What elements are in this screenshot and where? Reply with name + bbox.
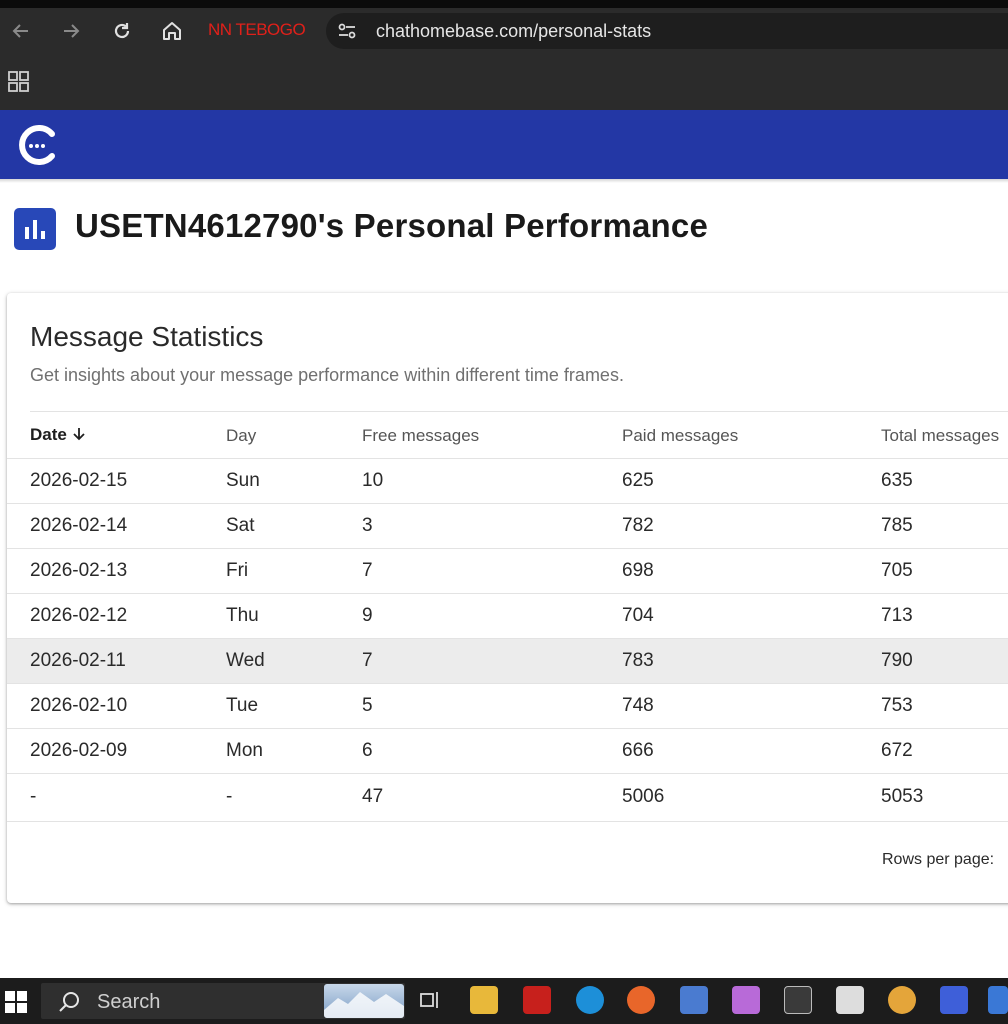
- card-title: Message Statistics: [30, 321, 264, 352]
- cell-date: 2026-02-14: [7, 503, 226, 549]
- apps-grid-icon[interactable]: [8, 71, 30, 93]
- url-text[interactable]: chathomebase.com/personal-stats: [376, 21, 651, 42]
- cell-free: 6: [362, 728, 622, 774]
- cell-free: 10: [362, 458, 622, 504]
- cell-total: 753: [881, 683, 1008, 729]
- windows-taskbar: Search: [0, 978, 1008, 1024]
- cell-total-date: -: [7, 773, 226, 822]
- taskbar-search-label: Search: [97, 991, 161, 1013]
- table-header-row: Date Day Free messages Paid messages Tot…: [7, 411, 1008, 459]
- cell-day: Mon: [226, 728, 362, 774]
- cell-total-total: 5053: [881, 773, 1008, 822]
- cell-paid: 625: [622, 458, 881, 504]
- cell-date: 2026-02-13: [7, 548, 226, 594]
- column-header-free[interactable]: Free messages: [362, 411, 622, 459]
- cell-free: 7: [362, 638, 622, 684]
- cell-day: Sat: [226, 503, 362, 549]
- browser-toolbar: NN TEBOGO chathomebase.com/personal-stat…: [0, 8, 1008, 54]
- bookmarks-bar: [0, 54, 1008, 110]
- cell-free: 7: [362, 548, 622, 594]
- cell-date: 2026-02-09: [7, 728, 226, 774]
- profile-label[interactable]: NN TEBOGO: [208, 20, 306, 40]
- cell-total-day: -: [226, 773, 362, 822]
- app-header: [0, 110, 1008, 179]
- table-row: 2026-02-09 Mon 6 666 672: [7, 728, 1008, 774]
- cell-free: 5: [362, 683, 622, 729]
- document-app-icon[interactable]: [680, 986, 708, 1014]
- cell-total: 672: [881, 728, 1008, 774]
- table-row: 2026-02-13 Fri 7 698 705: [7, 548, 1008, 594]
- firefox-icon[interactable]: [627, 986, 655, 1014]
- cell-day: Fri: [226, 548, 362, 594]
- address-bar[interactable]: chathomebase.com/personal-stats: [326, 13, 1008, 49]
- cell-day: Sun: [226, 458, 362, 504]
- notion-app-icon[interactable]: [836, 986, 864, 1014]
- page-title: USETN4612790's Personal Performance: [75, 207, 709, 244]
- cell-total: 635: [881, 458, 1008, 504]
- table-row: 2026-02-10 Tue 5 748 753: [7, 683, 1008, 729]
- window-top-strip: [0, 0, 1008, 8]
- column-header-paid[interactable]: Paid messages: [622, 411, 881, 459]
- table-row: 2026-02-14 Sat 3 782 785: [7, 503, 1008, 549]
- column-header-date[interactable]: Date: [7, 411, 226, 459]
- taskbar-search-box[interactable]: Search: [41, 983, 405, 1019]
- cell-total-free: 47: [362, 773, 622, 822]
- home-icon[interactable]: [159, 18, 185, 44]
- cell-free: 9: [362, 593, 622, 639]
- windows-start-icon[interactable]: [4, 990, 28, 1014]
- cell-day: Wed: [226, 638, 362, 684]
- file-explorer-icon[interactable]: [470, 986, 498, 1014]
- header-shadow: [0, 179, 1008, 183]
- site-info-icon[interactable]: [336, 20, 358, 42]
- card-subtitle: Get insights about your message performa…: [30, 365, 624, 385]
- reload-icon[interactable]: [109, 18, 135, 44]
- task-view-icon[interactable]: [416, 986, 444, 1014]
- cell-paid: 782: [622, 503, 881, 549]
- table-row-hovered[interactable]: 2026-02-11 Wed 7 783 790: [7, 638, 1008, 684]
- cell-free: 3: [362, 503, 622, 549]
- stats-table: Date Day Free messages Paid messages Tot…: [7, 411, 1008, 822]
- search-icon: [57, 990, 81, 1014]
- chrome-icon[interactable]: [888, 986, 916, 1014]
- messaging-app-icon[interactable]: [940, 986, 968, 1014]
- rows-per-page-label: Rows per page:: [882, 851, 995, 868]
- cell-paid: 666: [622, 728, 881, 774]
- table-row: 2026-02-15 Sun 10 625 635: [7, 458, 1008, 504]
- cell-paid: 748: [622, 683, 881, 729]
- column-header-total[interactable]: Total messages: [881, 411, 1008, 459]
- copilot-icon[interactable]: [732, 986, 760, 1014]
- cell-day: Thu: [226, 593, 362, 639]
- cell-date: 2026-02-12: [7, 593, 226, 639]
- cell-total-paid: 5006: [622, 773, 881, 822]
- cell-paid: 783: [622, 638, 881, 684]
- cell-date: 2026-02-11: [7, 638, 226, 684]
- package-app-icon[interactable]: [784, 986, 812, 1014]
- forward-arrow-icon[interactable]: [58, 18, 84, 44]
- cell-date: 2026-02-15: [7, 458, 226, 504]
- pinned-app-icon[interactable]: [988, 986, 1008, 1014]
- column-header-day[interactable]: Day: [226, 411, 362, 459]
- back-arrow-icon[interactable]: [8, 18, 34, 44]
- app-logo-icon[interactable]: [14, 122, 60, 168]
- edge-browser-icon[interactable]: [576, 986, 604, 1014]
- cell-date: 2026-02-10: [7, 683, 226, 729]
- cell-total: 785: [881, 503, 1008, 549]
- cell-paid: 704: [622, 593, 881, 639]
- cell-paid: 698: [622, 548, 881, 594]
- pdf-reader-icon[interactable]: [523, 986, 551, 1014]
- cell-total: 790: [881, 638, 1008, 684]
- cell-total: 713: [881, 593, 1008, 639]
- message-statistics-card: Message Statistics Get insights about yo…: [7, 293, 1008, 903]
- sort-down-arrow-icon[interactable]: [71, 426, 87, 447]
- column-header-label: Date: [30, 425, 67, 445]
- cell-total: 705: [881, 548, 1008, 594]
- table-row: 2026-02-12 Thu 9 704 713: [7, 593, 1008, 639]
- table-totals-row: - - 47 5006 5053: [7, 773, 1008, 822]
- bar-chart-icon: [14, 208, 56, 250]
- search-highlight-image: [324, 984, 404, 1018]
- cell-day: Tue: [226, 683, 362, 729]
